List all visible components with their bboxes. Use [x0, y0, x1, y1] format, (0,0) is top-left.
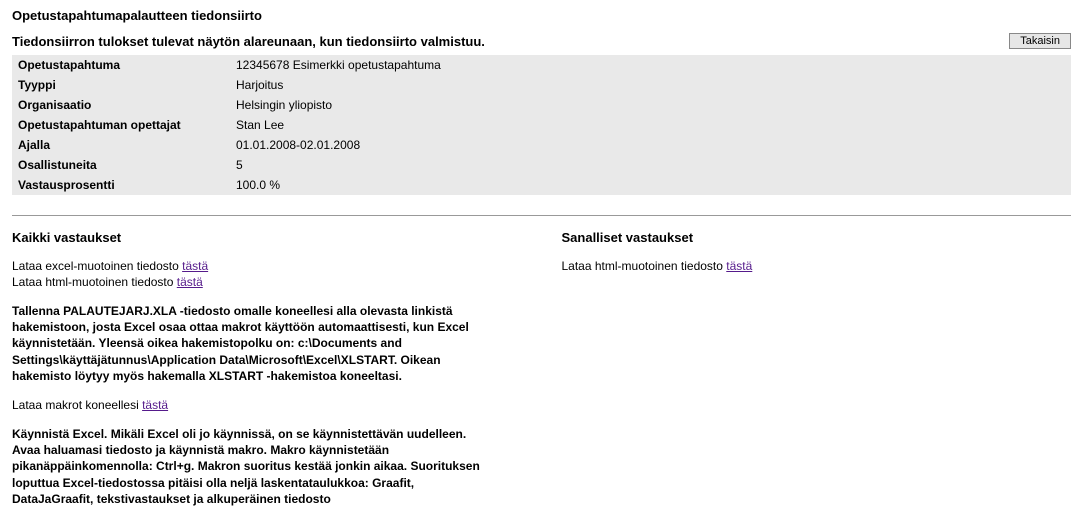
page-title: Opetustapahtumapalautteen tiedonsiirto [12, 8, 1071, 23]
info-label: Organisaatio [12, 95, 230, 115]
info-row: Vastausprosentti100.0 % [12, 175, 1071, 195]
download-excel-link[interactable]: tästä [182, 259, 208, 273]
info-value: 12345678 Esimerkki opetustapahtuma [230, 55, 1071, 75]
info-row: OrganisaatioHelsingin yliopisto [12, 95, 1071, 115]
info-label: Opetustapahtuman opettajat [12, 115, 230, 135]
page-subtitle: Tiedonsiirron tulokset tulevat näytön al… [12, 34, 485, 49]
info-row: Opetustapahtuman opettajatStan Lee [12, 115, 1071, 135]
download-html-line: Lataa html-muotoinen tiedosto tästä [12, 275, 522, 289]
download-right-html-line: Lataa html-muotoinen tiedosto tästä [562, 259, 1072, 273]
info-table: Opetustapahtuma12345678 Esimerkki opetus… [12, 55, 1071, 195]
info-value: Stan Lee [230, 115, 1071, 135]
left-column: Kaikki vastaukset Lataa excel-muotoinen … [12, 230, 522, 521]
instruction-para-2: Käynnistä Excel. Mikäli Excel oli jo käy… [12, 426, 492, 507]
info-value: Harjoitus [230, 75, 1071, 95]
download-macros-line: Lataa makrot koneellesi tästä [12, 398, 522, 412]
download-excel-prefix: Lataa excel-muotoinen tiedosto [12, 259, 182, 273]
left-column-title: Kaikki vastaukset [12, 230, 522, 245]
download-right-html-link[interactable]: tästä [726, 259, 752, 273]
download-html-prefix: Lataa html-muotoinen tiedosto [12, 275, 177, 289]
download-right-html-prefix: Lataa html-muotoinen tiedosto [562, 259, 727, 273]
instruction-para-1: Tallenna PALAUTEJARJ.XLA -tiedosto omall… [12, 303, 492, 384]
back-button[interactable]: Takaisin [1009, 33, 1071, 49]
info-value: Helsingin yliopisto [230, 95, 1071, 115]
info-label: Osallistuneita [12, 155, 230, 175]
download-html-link[interactable]: tästä [177, 275, 203, 289]
info-row: Osallistuneita5 [12, 155, 1071, 175]
download-macros-link[interactable]: tästä [142, 398, 168, 412]
info-value: 01.01.2008-02.01.2008 [230, 135, 1071, 155]
info-label: Vastausprosentti [12, 175, 230, 195]
info-row: Ajalla01.01.2008-02.01.2008 [12, 135, 1071, 155]
download-excel-line: Lataa excel-muotoinen tiedosto tästä [12, 259, 522, 273]
info-label: Ajalla [12, 135, 230, 155]
info-row: Opetustapahtuma12345678 Esimerkki opetus… [12, 55, 1071, 75]
info-value: 5 [230, 155, 1071, 175]
info-row: TyyppiHarjoitus [12, 75, 1071, 95]
separator [12, 215, 1071, 216]
download-macros-prefix: Lataa makrot koneellesi [12, 398, 142, 412]
info-label: Tyyppi [12, 75, 230, 95]
right-column-title: Sanalliset vastaukset [562, 230, 1072, 245]
right-column: Sanalliset vastaukset Lataa html-muotoin… [562, 230, 1072, 521]
info-label: Opetustapahtuma [12, 55, 230, 75]
info-value: 100.0 % [230, 175, 1071, 195]
